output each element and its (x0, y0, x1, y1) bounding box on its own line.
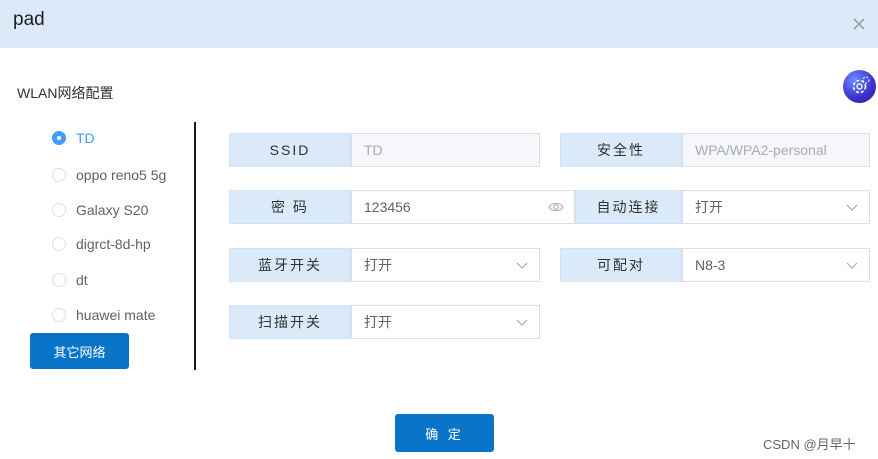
network-item[interactable]: Galaxy S20 (52, 200, 192, 220)
network-label: digrct-8d-hp (76, 236, 151, 252)
close-icon[interactable] (848, 13, 870, 35)
pairable-label: 可配对 (560, 248, 682, 282)
eye-icon[interactable] (548, 199, 564, 215)
section-title: WLAN网络配置 (17, 85, 114, 101)
bluetooth-value: 打开 (364, 257, 392, 273)
chevron-down-icon (846, 204, 858, 211)
watermark: CSDN @月早十 (763, 437, 856, 452)
network-label: dt (76, 272, 88, 288)
chevron-down-icon (516, 262, 528, 269)
auto-connect-label: 自动连接 (575, 190, 682, 224)
chevron-down-icon (516, 319, 528, 326)
scan-value: 打开 (364, 314, 392, 330)
radio-button[interactable] (52, 203, 66, 217)
scan-label: 扫描开关 (229, 305, 351, 339)
bluetooth-select[interactable]: 打开 (351, 248, 540, 282)
network-item[interactable]: oppo reno5 5g (52, 165, 192, 185)
network-label: TD (76, 130, 95, 146)
ssid-value: TD (364, 142, 383, 158)
dialog-header: pad (0, 0, 878, 48)
network-item[interactable]: dt (52, 270, 192, 290)
ssid-field: TD (351, 133, 540, 167)
network-label: oppo reno5 5g (76, 167, 167, 183)
other-networks-button[interactable]: 其它网络 (30, 333, 129, 369)
scan-select[interactable]: 打开 (351, 305, 540, 339)
security-field: WPA/WPA2-personal (682, 133, 870, 167)
pairable-value: N8-3 (695, 257, 726, 273)
ssid-label: SSID (229, 133, 351, 167)
radio-button[interactable] (52, 308, 66, 322)
radio-button[interactable] (52, 168, 66, 182)
dialog-title: pad (13, 9, 45, 30)
network-label: huawei mate (76, 307, 156, 323)
bluetooth-label: 蓝牙开关 (229, 248, 351, 282)
password-field[interactable]: 123456 (351, 190, 575, 224)
security-label: 安全性 (560, 133, 682, 167)
pairable-select[interactable]: N8-3 (682, 248, 870, 282)
password-label: 密 码 (229, 190, 351, 224)
network-item[interactable]: digrct-8d-hp (52, 234, 192, 254)
radio-button[interactable] (52, 237, 66, 251)
network-label: Galaxy S20 (76, 202, 149, 218)
radio-button[interactable] (52, 131, 66, 145)
network-item[interactable]: huawei mate (52, 305, 192, 325)
network-item[interactable]: TD (52, 128, 192, 148)
auto-connect-value: 打开 (695, 199, 723, 215)
password-value: 123456 (364, 199, 411, 215)
security-value: WPA/WPA2-personal (695, 142, 827, 158)
confirm-button[interactable]: 确 定 (395, 414, 494, 452)
chevron-down-icon (846, 262, 858, 269)
radio-button[interactable] (52, 273, 66, 287)
vertical-divider (194, 122, 196, 370)
gear-icon[interactable] (843, 70, 876, 103)
auto-connect-select[interactable]: 打开 (682, 190, 870, 224)
